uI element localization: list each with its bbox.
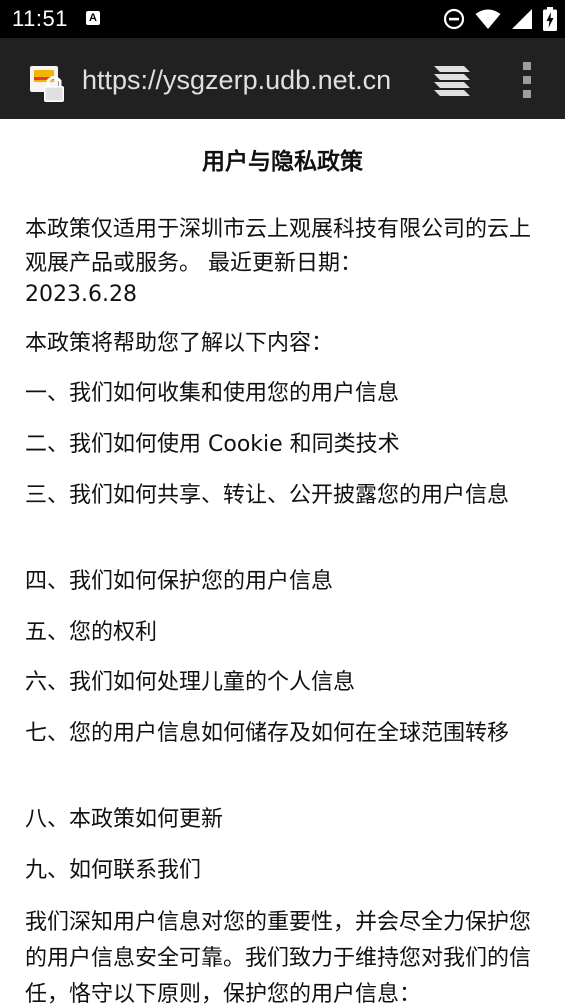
url-field[interactable]: https://ysgzerp.udb.net.cn xyxy=(82,61,402,99)
toc-item: 二、我们如何使用 Cookie 和同类技术 xyxy=(25,432,400,457)
intro-text: 本政策仅适用于深圳市云上观展科技有限公司的云上观展产品或服务。 最近更新日期： xyxy=(25,217,532,276)
status-bar: 11:51 A xyxy=(0,0,565,38)
toc-item: 三、我们如何共享、转让、公开披露您的用户信息 xyxy=(25,483,510,508)
overflow-menu-icon[interactable] xyxy=(510,58,544,102)
toc-item: 五、您的权利 xyxy=(25,620,158,645)
intro-paragraph: 本政策仅适用于深圳市云上观展科技有限公司的云上观展产品或服务。 最近更新日期： … xyxy=(25,213,540,309)
tabs-stack-icon[interactable] xyxy=(430,60,474,100)
toc-item: 七、您的用户信息如何储存及如何在全球范围转移 xyxy=(25,721,510,746)
intro-date: 2023.6.28 xyxy=(25,282,137,307)
toc-item: 九、如何联系我们 xyxy=(25,858,202,883)
toc-item: 一、我们如何收集和使用您的用户信息 xyxy=(25,381,400,406)
help-paragraph: 本政策将帮助您了解以下内容： xyxy=(25,331,334,356)
toc-item: 四、我们如何保护您的用户信息 xyxy=(25,569,334,594)
status-icons xyxy=(443,7,557,31)
notification-a-icon: A xyxy=(86,11,100,25)
closing-paragraph: 我们深知用户信息对您的重要性，并会尽全力保护您的用户信息安全可靠。我们致力于维持… xyxy=(25,910,532,1004)
toc-item: 八、本政策如何更新 xyxy=(25,807,224,832)
toc-item: 六、我们如何处理儿童的个人信息 xyxy=(25,670,356,695)
web-content[interactable]: 用户与隐私政策 本政策仅适用于深圳市云上观展科技有限公司的云上观展产品或服务。 … xyxy=(0,119,565,1004)
lock-icon[interactable] xyxy=(30,64,70,104)
wifi-icon xyxy=(475,9,501,29)
browser-toolbar: https://ysgzerp.udb.net.cn xyxy=(0,38,565,119)
page-title: 用户与隐私政策 xyxy=(202,149,363,175)
dnd-icon xyxy=(443,8,465,30)
signal-icon xyxy=(512,9,532,29)
battery-charging-icon xyxy=(543,7,557,31)
status-time: 11:51 xyxy=(12,6,68,31)
